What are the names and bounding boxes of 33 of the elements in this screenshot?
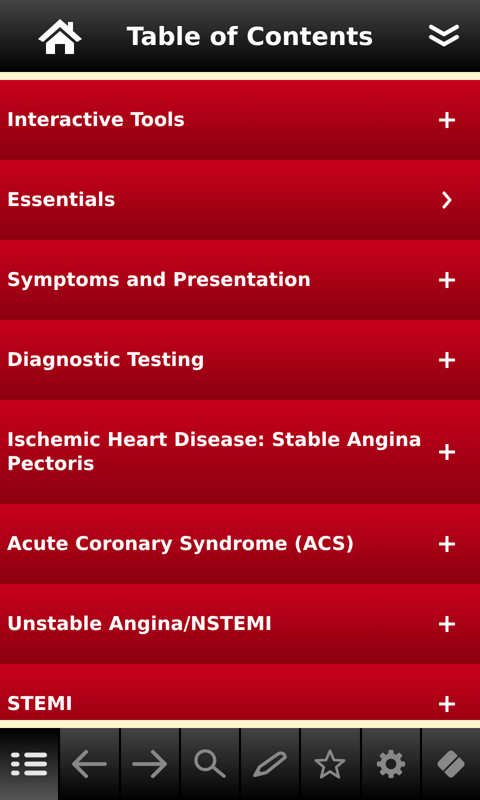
plus-icon	[438, 111, 456, 129]
toc-item[interactable]: Diagnostic Testing	[0, 320, 480, 400]
plus-icon	[438, 615, 456, 633]
toc-item-label: STEMI	[7, 692, 74, 716]
toc-item[interactable]: Interactive Tools	[0, 80, 480, 160]
toc-item[interactable]: Ischemic Heart Disease: Stable Angina Pectoris	[0, 400, 480, 504]
toc-item[interactable]: STEMI	[0, 664, 480, 720]
star-icon	[312, 749, 348, 779]
plus-icon	[438, 695, 456, 713]
arrow-left-icon	[71, 749, 108, 779]
chevron-right-icon	[442, 191, 452, 209]
toc-item-label: Essentials	[7, 188, 116, 212]
toc-item-label: Interactive Tools	[7, 108, 186, 132]
plus-icon	[438, 443, 456, 461]
home-icon[interactable]	[36, 16, 84, 56]
toc-item[interactable]: Essentials	[0, 160, 480, 240]
plus-icon	[438, 271, 456, 289]
toc-item-label: Unstable Angina/NSTEMI	[7, 612, 273, 636]
plus-icon	[438, 535, 456, 553]
search-icon	[192, 749, 228, 779]
pencil-icon	[252, 749, 288, 779]
arrow-right-icon	[132, 749, 168, 779]
double-chevron-icon[interactable]	[428, 24, 460, 48]
page-title: Table of Contents	[126, 22, 374, 50]
toc-item-label: Ischemic Heart Disease: Stable Angina Pectoris	[7, 428, 423, 476]
toc-item[interactable]: Symptoms and Presentation	[0, 240, 480, 320]
toolbar-button[interactable]	[0, 728, 58, 800]
plus-icon	[438, 351, 456, 369]
toc-item[interactable]: Acute Coronary Syndrome (ACS)	[0, 504, 480, 584]
toc-item-label: Symptoms and Presentation	[7, 268, 312, 292]
toc-item-label: Acute Coronary Syndrome (ACS)	[7, 532, 356, 556]
toc-item-label: Diagnostic Testing	[7, 348, 206, 372]
toc-item[interactable]: Unstable Angina/NSTEMI	[0, 584, 480, 664]
